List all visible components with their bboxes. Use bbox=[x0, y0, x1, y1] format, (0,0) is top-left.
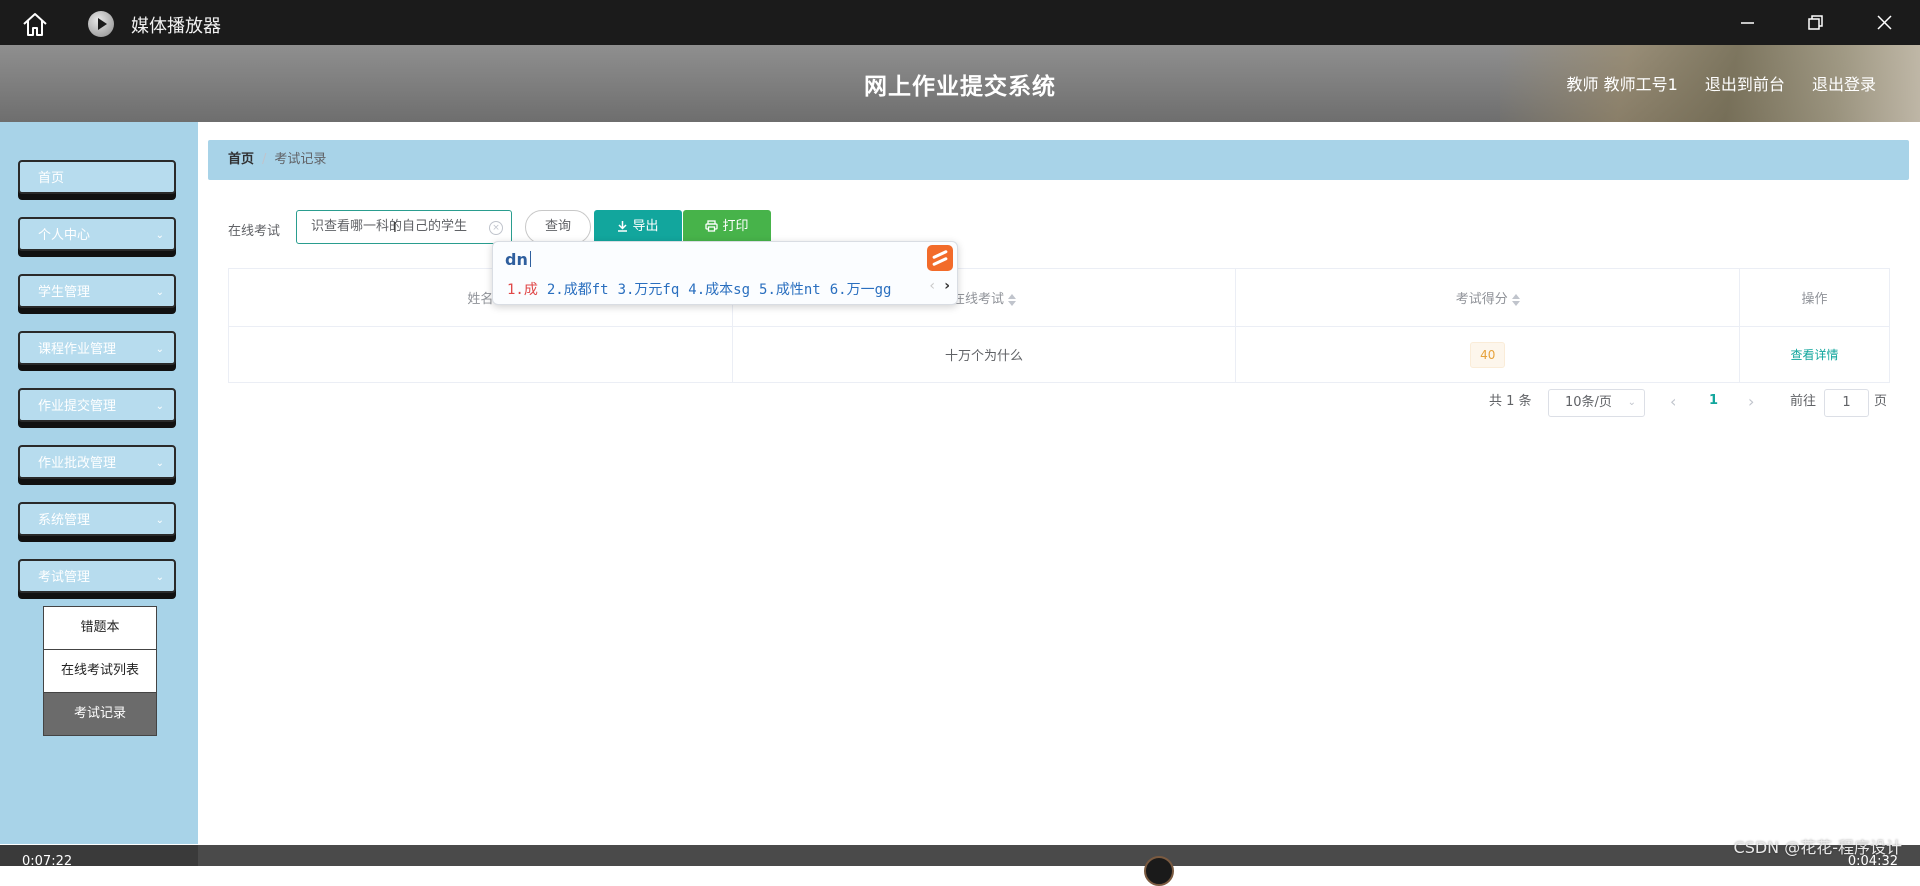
sidebar-item-submission-management[interactable]: 作业提交管理 ⌄ bbox=[18, 388, 176, 422]
cell-action: 查看详情 bbox=[1739, 326, 1890, 383]
search-input[interactable]: 识查看哪一科的自己的学生 bbox=[296, 210, 512, 244]
table-header-row: 姓名 在线考试 考试得分 操作 bbox=[228, 268, 1890, 327]
sidebar-item-label: 系统管理 bbox=[38, 513, 91, 528]
logout-link[interactable]: 退出登录 bbox=[1812, 75, 1876, 94]
minimize-icon[interactable] bbox=[1733, 10, 1761, 36]
media-player-icon bbox=[88, 11, 114, 37]
chevron-down-icon: ⌄ bbox=[155, 344, 164, 355]
breadcrumb-home[interactable]: 首页 bbox=[228, 152, 254, 167]
chevron-down-icon: ⌄ bbox=[155, 458, 164, 469]
pagination-total: 共 1 条 bbox=[1489, 394, 1532, 409]
app-title: 媒体播放器 bbox=[131, 16, 221, 37]
chevron-down-icon: ⌄ bbox=[155, 515, 164, 526]
ime-candidate[interactable]: 6.万一gg bbox=[830, 282, 892, 298]
ime-candidate[interactable]: 2.成都ft bbox=[547, 282, 609, 298]
sidebar-item-system-management[interactable]: 系统管理 ⌄ bbox=[18, 502, 176, 536]
sidebar-item-grading-management[interactable]: 作业批改管理 ⌄ bbox=[18, 445, 176, 479]
sidebar-item-course-homework[interactable]: 课程作业管理 ⌄ bbox=[18, 331, 176, 365]
ime-candidate[interactable]: 1.成 bbox=[507, 282, 538, 298]
export-button[interactable]: 导出 bbox=[594, 210, 682, 244]
table-row: 十万个为什么 40 查看详情 bbox=[228, 326, 1890, 383]
window-titlebar: 媒体播放器 bbox=[0, 0, 1920, 45]
sidebar-item-label: 学生管理 bbox=[38, 285, 91, 300]
sidebar-item-label: 作业提交管理 bbox=[38, 399, 117, 414]
elapsed-time: 0:07:22 bbox=[22, 854, 73, 869]
cell-name bbox=[228, 326, 733, 383]
sidebar-item-exam-management[interactable]: 考试管理 ⌄ bbox=[18, 559, 176, 593]
home-icon[interactable] bbox=[20, 10, 50, 38]
score-badge: 40 bbox=[1470, 341, 1506, 368]
submenu-item-wrong-questions[interactable]: 错题本 bbox=[43, 606, 157, 650]
ime-candidate-list: 1.成 2.成都ft 3.万元fq 4.成本sg 5.成性nt 6.万一gg bbox=[507, 279, 900, 299]
sidebar-item-label: 考试管理 bbox=[38, 570, 91, 585]
cell-score: 40 bbox=[1235, 326, 1741, 383]
sidebar-item-label: 作业批改管理 bbox=[38, 456, 117, 471]
page-size-select[interactable]: 10条/页 ⌄ bbox=[1548, 389, 1645, 417]
query-button[interactable]: 查询 bbox=[525, 210, 591, 244]
search-label: 在线考试 bbox=[228, 224, 281, 239]
ime-candidate-window: dn 1.成 2.成都ft 3.万元fq 4.成本sg 5.成性nt 6.万一gg ‹ › bbox=[492, 241, 958, 305]
sidebar: 首页 个人中心 ⌄ 学生管理 ⌄ 课程作业管理 ⌄ 作业提交管理 ⌄ 作业批改管… bbox=[0, 122, 198, 844]
prev-page-icon[interactable]: ‹ bbox=[1670, 392, 1676, 411]
exam-submenu: 错题本 在线考试列表 考试记录 bbox=[43, 606, 157, 736]
goto-page-input[interactable]: 1 bbox=[1824, 389, 1869, 417]
chevron-down-icon: ⌄ bbox=[155, 230, 164, 241]
chevron-down-icon: ⌄ bbox=[155, 287, 164, 298]
view-details-link[interactable]: 查看详情 bbox=[1791, 348, 1839, 362]
sidebar-item-label: 首页 bbox=[38, 171, 65, 186]
page-size-value: 10条/页 bbox=[1565, 395, 1612, 410]
player-control-bar: 0:07:22 0:04:32 bbox=[0, 845, 1920, 886]
sidebar-item-personal-center[interactable]: 个人中心 ⌄ bbox=[18, 217, 176, 251]
sort-icon[interactable] bbox=[1511, 293, 1520, 306]
chevron-down-icon: ⌄ bbox=[155, 401, 164, 412]
column-header-score[interactable]: 考试得分 bbox=[1235, 268, 1741, 327]
sidebar-item-home[interactable]: 首页 bbox=[18, 160, 176, 194]
submenu-item-exam-records[interactable]: 考试记录 bbox=[43, 693, 157, 736]
clear-icon[interactable]: × bbox=[489, 221, 503, 235]
play-button-icon[interactable] bbox=[1144, 856, 1174, 886]
back-to-front-link[interactable]: 退出到前台 bbox=[1705, 75, 1785, 94]
ime-prev-page-icon[interactable]: ‹ bbox=[929, 278, 935, 294]
print-button[interactable]: 打印 bbox=[683, 210, 771, 244]
ime-logo-icon[interactable] bbox=[927, 245, 953, 271]
next-page-icon[interactable]: › bbox=[1748, 392, 1754, 411]
ime-candidate[interactable]: 5.成性nt bbox=[759, 282, 821, 298]
sidebar-item-label: 个人中心 bbox=[38, 228, 91, 243]
sidebar-item-label: 课程作业管理 bbox=[38, 342, 117, 357]
ime-next-page-icon[interactable]: › bbox=[944, 278, 950, 294]
ime-candidate[interactable]: 3.万元fq bbox=[618, 282, 680, 298]
breadcrumb: 首页 / 考试记录 bbox=[208, 140, 1909, 180]
printer-icon bbox=[705, 220, 719, 232]
ime-composition: dn bbox=[505, 250, 531, 269]
restore-icon[interactable] bbox=[1801, 10, 1829, 36]
ime-candidate[interactable]: 4.成本sg bbox=[688, 282, 750, 298]
chevron-down-icon: ⌄ bbox=[155, 572, 164, 583]
page-suffix: 页 bbox=[1874, 394, 1888, 409]
goto-label: 前往 bbox=[1790, 394, 1817, 409]
close-icon[interactable] bbox=[1870, 10, 1898, 36]
site-header: 网上作业提交系统 教师 教师工号1 退出到前台 退出登录 bbox=[0, 45, 1920, 122]
print-button-label: 打印 bbox=[722, 219, 749, 234]
header-links: 教师 教师工号1 退出到前台 退出登录 bbox=[1545, 71, 1877, 95]
sort-icon[interactable] bbox=[1008, 293, 1017, 306]
breadcrumb-current: 考试记录 bbox=[274, 152, 327, 167]
sidebar-item-student-management[interactable]: 学生管理 ⌄ bbox=[18, 274, 176, 308]
page-number-current[interactable]: 1 bbox=[1709, 393, 1718, 408]
cell-exam: 十万个为什么 bbox=[731, 326, 1237, 383]
exam-records-table: 姓名 在线考试 考试得分 操作 十万个为什么 40 查看详情 bbox=[228, 268, 1890, 383]
column-header-action: 操作 bbox=[1739, 268, 1890, 327]
chevron-down-icon: ⌄ bbox=[1627, 397, 1636, 408]
download-icon bbox=[618, 221, 628, 232]
watermark: CSDN @花花-程序设计 bbox=[1733, 838, 1902, 857]
user-label: 教师 教师工号1 bbox=[1566, 75, 1678, 94]
submenu-item-online-exam-list[interactable]: 在线考试列表 bbox=[43, 650, 157, 693]
export-button-label: 导出 bbox=[632, 219, 659, 234]
text-cursor-icon: I bbox=[393, 221, 397, 236]
breadcrumb-separator: / bbox=[262, 152, 267, 167]
